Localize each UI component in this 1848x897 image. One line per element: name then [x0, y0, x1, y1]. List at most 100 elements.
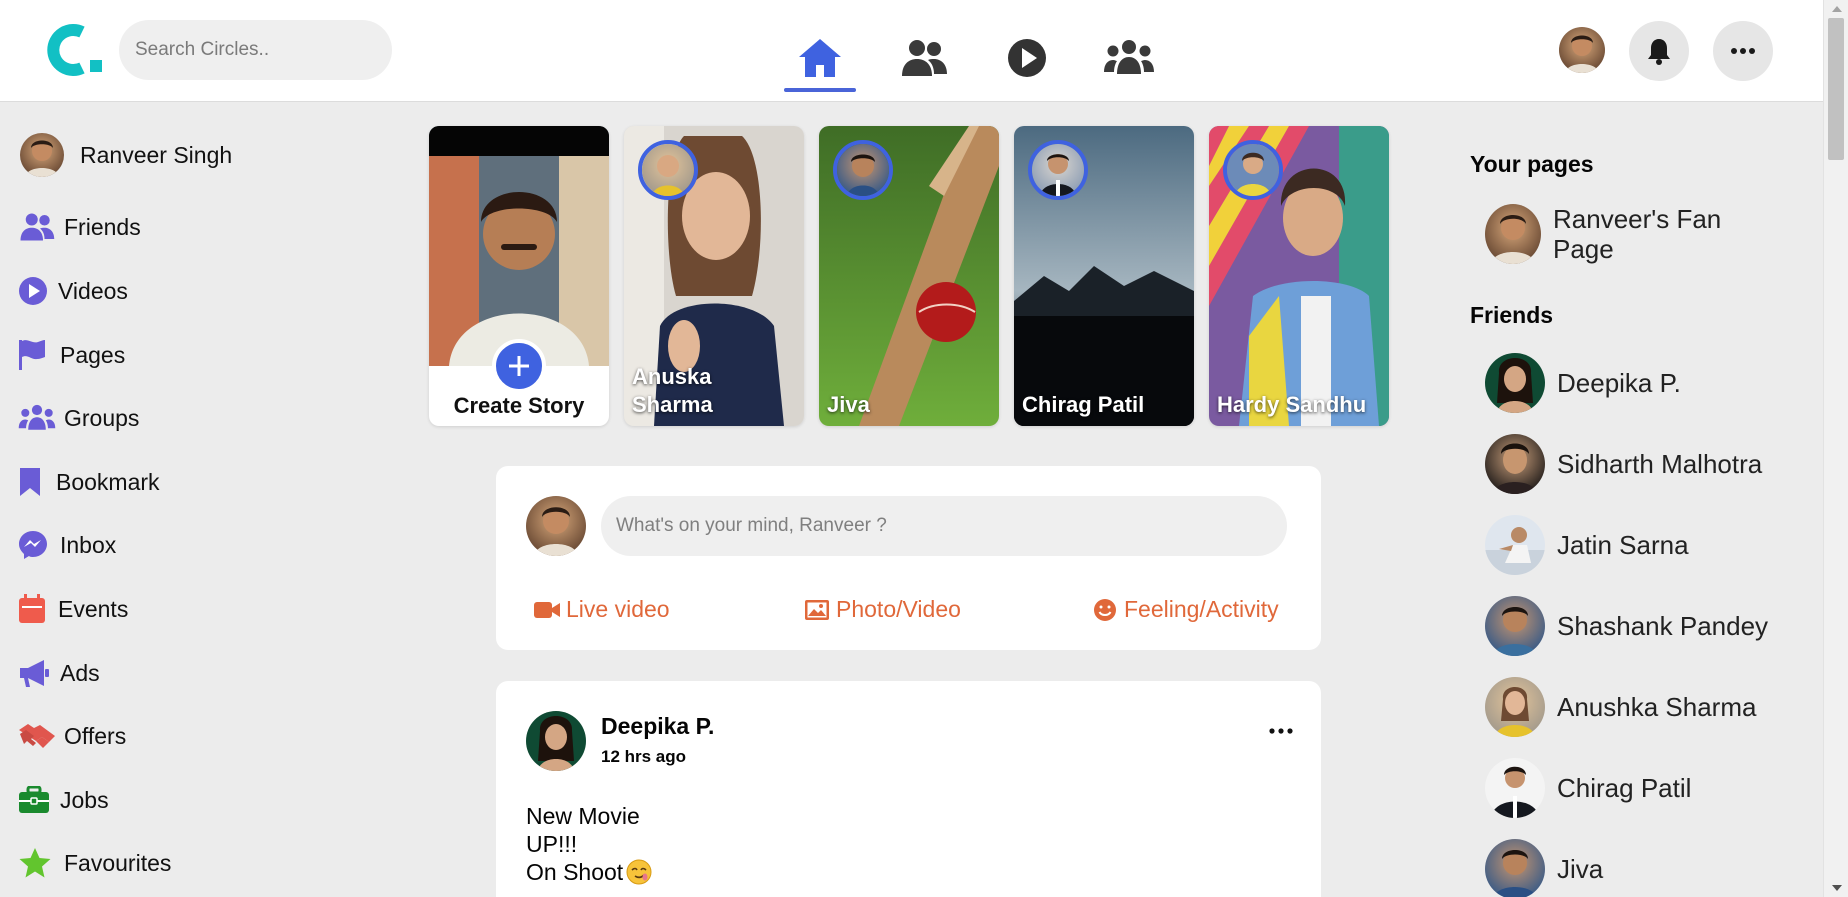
page-item[interactable]: Ranveer's Fan Page	[1485, 204, 1753, 264]
sidebar-item-label: Videos	[58, 277, 128, 304]
image-icon	[805, 599, 829, 620]
play-icon	[1008, 39, 1046, 77]
notifications-button[interactable]	[1629, 21, 1689, 81]
flag-icon	[19, 340, 45, 370]
sidebar-item-favourites[interactable]: Favourites	[18, 843, 171, 883]
plus-icon	[509, 356, 529, 376]
feeling-activity-button[interactable]: Feeling/Activity	[1090, 596, 1279, 623]
sidebar-item-label: Events	[58, 595, 129, 622]
groups-icon	[18, 404, 56, 430]
avatar	[1485, 596, 1545, 656]
calendar-icon	[19, 594, 45, 623]
page-name: Ranveer's Fan Page	[1553, 204, 1722, 264]
page-scrollbar[interactable]	[1823, 0, 1848, 897]
nav-home[interactable]	[792, 30, 848, 86]
story-name: Anuska Sharma	[632, 364, 713, 417]
story-avatar	[1223, 140, 1283, 200]
bookmark-icon	[20, 468, 40, 496]
status-input[interactable]	[601, 496, 1287, 556]
sidebar-item-offers[interactable]: Offers	[18, 716, 126, 756]
story-avatar	[638, 140, 698, 200]
nav-groups[interactable]	[1101, 30, 1157, 86]
friend-item[interactable]: Sidharth Malhotra	[1485, 434, 1762, 494]
sidebar-item-ads[interactable]: Ads	[18, 653, 100, 693]
create-story-card[interactable]: Create Story	[429, 126, 609, 426]
friend-name: Chirag Patil	[1557, 772, 1692, 803]
friend-item[interactable]: Jatin Sarna	[1485, 515, 1689, 575]
create-story-image	[429, 126, 609, 366]
groups-icon	[1104, 40, 1154, 74]
avatar	[1485, 204, 1541, 264]
post-options-button[interactable]	[1266, 721, 1296, 741]
scroll-up-arrow[interactable]	[1832, 6, 1842, 12]
scroll-down-arrow[interactable]	[1832, 885, 1842, 891]
sidebar-item-label: Friends	[64, 213, 141, 240]
avatar	[1485, 434, 1545, 494]
active-nav-indicator	[784, 88, 856, 92]
friend-item[interactable]: Anushka Sharma	[1485, 677, 1756, 737]
feed-post: Deepika P. 12 hrs ago New Movie UP!!! On…	[496, 681, 1321, 897]
your-pages-heading: Your pages	[1470, 151, 1594, 177]
friend-name: Shashank Pandey	[1557, 610, 1769, 641]
avatar	[1485, 677, 1545, 737]
create-story-label: Create Story	[453, 393, 585, 418]
story-avatar	[833, 140, 893, 200]
sidebar-item-events[interactable]: Events	[18, 589, 128, 629]
sidebar-item-pages[interactable]: Pages	[18, 335, 125, 375]
friend-item[interactable]: Chirag Patil	[1485, 758, 1691, 818]
story-name: Hardy Sandhu	[1217, 391, 1367, 417]
friend-item[interactable]: Shashank Pandey	[1485, 596, 1768, 656]
search-input[interactable]	[119, 20, 392, 80]
megaphone-icon	[20, 660, 49, 687]
photo-video-label: Photo/Video	[836, 596, 961, 622]
circles-logo[interactable]	[42, 20, 112, 80]
sidebar-item-label: Inbox	[60, 531, 117, 558]
sidebar-item-friends[interactable]: Friends	[18, 207, 141, 247]
post-line-with-emoji: On Shoot	[526, 858, 652, 886]
nav-friends[interactable]	[896, 30, 952, 86]
post-timestamp: 12 hrs ago	[601, 747, 687, 766]
nav-watch[interactable]	[999, 30, 1055, 86]
story-card[interactable]: Chirag Patil	[1014, 126, 1194, 426]
story-avatar	[1028, 140, 1088, 200]
live-video-button[interactable]: Live video	[532, 596, 670, 623]
sidebar-item-bookmark[interactable]: Bookmark	[18, 462, 160, 502]
sidebar-item-label: Groups	[64, 404, 140, 431]
story-card[interactable]: Hardy Sandhu	[1209, 126, 1389, 426]
play-circle-icon	[19, 277, 47, 305]
sidebar-item-jobs[interactable]: Jobs	[18, 780, 109, 820]
friend-name: Jatin Sarna	[1557, 529, 1689, 560]
sidebar-item-label: Favourites	[64, 849, 172, 876]
story-name: Jiva	[827, 391, 870, 417]
friend-item[interactable]: Deepika P.	[1485, 353, 1681, 413]
photo-video-button[interactable]: Photo/Video	[802, 596, 961, 623]
friend-name: Sidharth Malhotra	[1557, 448, 1763, 479]
friend-name: Deepika P.	[1557, 367, 1681, 398]
video-camera-icon	[534, 601, 560, 618]
avatar[interactable]	[526, 711, 586, 771]
messenger-icon	[19, 531, 47, 559]
friend-name: Jiva	[1557, 853, 1604, 884]
sidebar-item-videos[interactable]: Videos	[18, 271, 128, 311]
sidebar-user-name: Ranveer Singh	[80, 141, 233, 168]
bell-icon	[1648, 39, 1670, 65]
avatar	[1485, 758, 1545, 818]
star-icon	[19, 848, 51, 878]
post-line: New Movie	[526, 803, 640, 829]
friends-icon	[902, 40, 947, 76]
sidebar-item-inbox[interactable]: Inbox	[18, 525, 116, 565]
sidebar-item-groups[interactable]: Groups	[18, 398, 139, 438]
friends-heading: Friends	[1470, 302, 1554, 328]
story-card[interactable]: Anuska Sharma	[624, 126, 804, 426]
sidebar-item-label: Offers	[64, 722, 127, 749]
sidebar-item-label: Pages	[60, 341, 126, 368]
more-options-button[interactable]	[1713, 21, 1773, 81]
friend-item[interactable]: Jiva	[1485, 839, 1603, 897]
story-card[interactable]: Jiva	[819, 126, 999, 426]
scroll-thumb[interactable]	[1828, 18, 1844, 160]
post-author[interactable]: Deepika P.	[601, 713, 714, 740]
post-composer: Live video Photo/Video Feeling/Activity	[496, 466, 1321, 650]
sidebar-profile[interactable]: Ranveer Singh	[20, 133, 232, 177]
add-story-button[interactable]	[492, 339, 546, 393]
header-avatar[interactable]	[1559, 27, 1605, 73]
